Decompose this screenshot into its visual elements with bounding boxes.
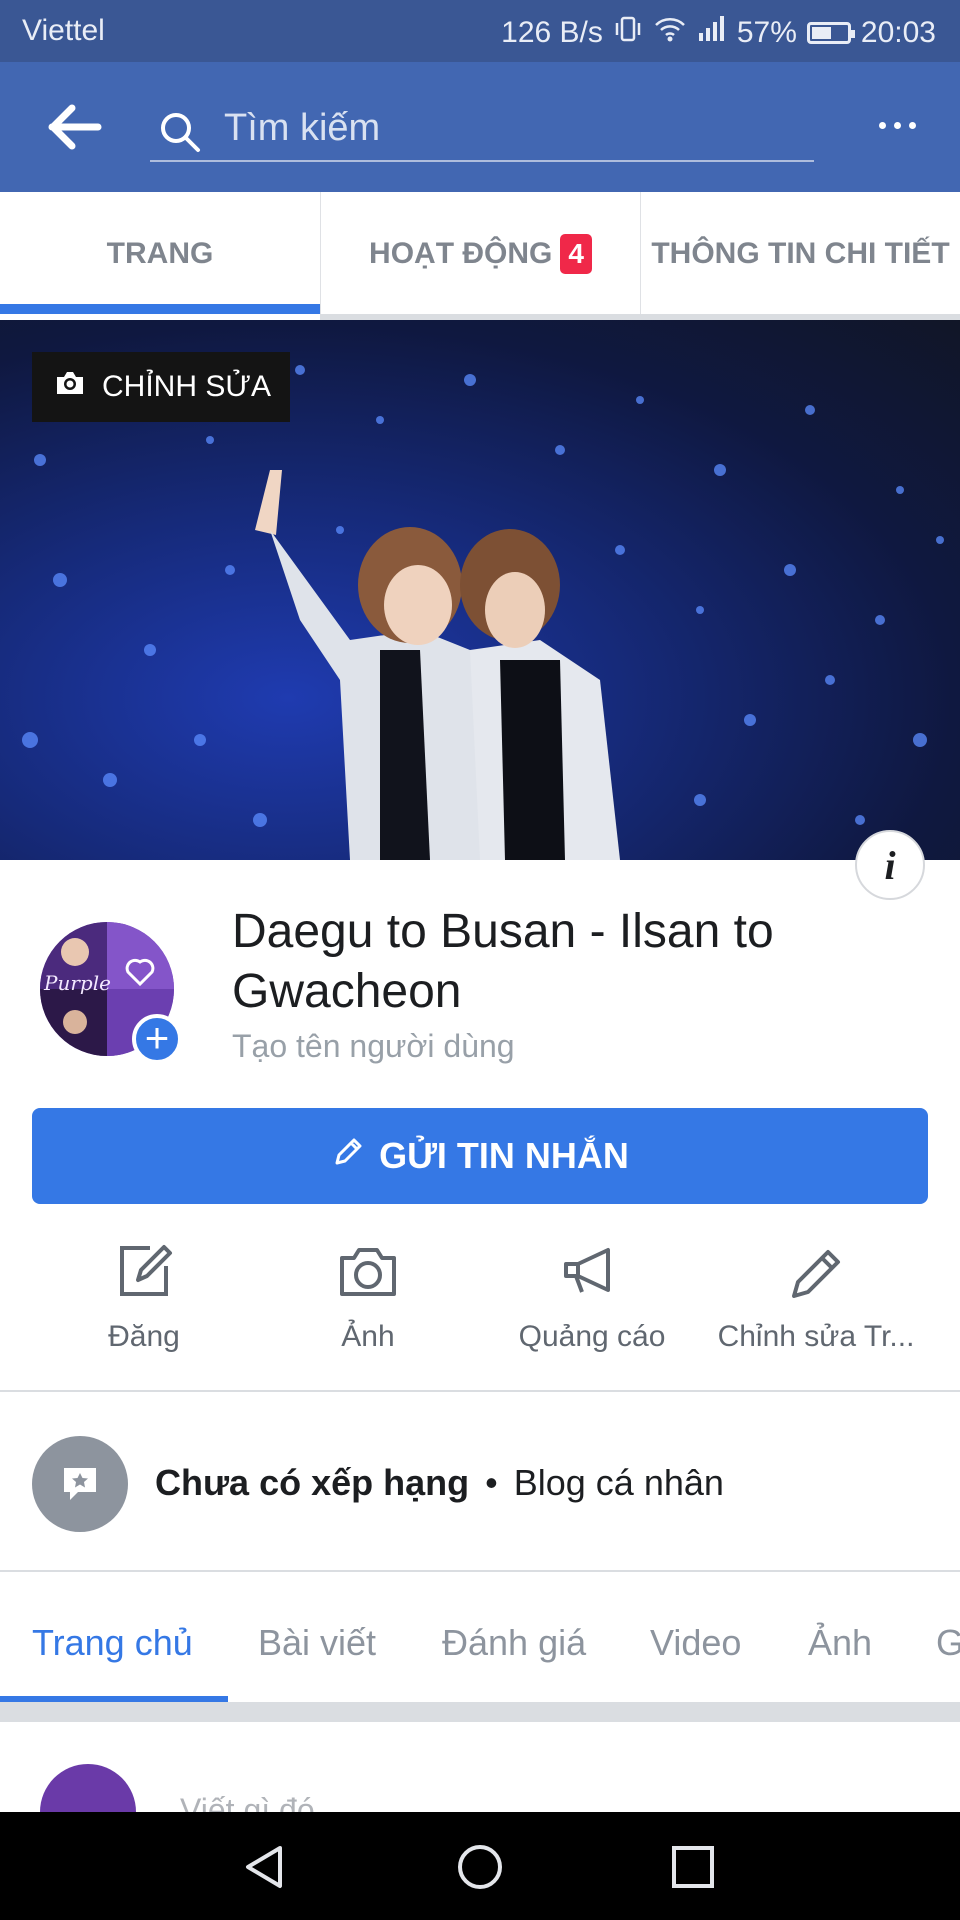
search-bar[interactable] bbox=[150, 98, 814, 162]
divider bbox=[0, 1390, 960, 1392]
battery-icon bbox=[806, 22, 855, 44]
compose-icon bbox=[120, 1245, 172, 1296]
add-profile-photo-button[interactable]: + bbox=[132, 1014, 182, 1064]
tab-more[interactable]: G bbox=[936, 1622, 960, 1664]
notification-badge: 4 bbox=[560, 234, 592, 274]
edit-cover-button[interactable]: CHỈNH SỬA bbox=[32, 352, 290, 422]
action-photo[interactable]: Ảnh bbox=[268, 1240, 468, 1354]
search-input[interactable] bbox=[222, 104, 786, 152]
action-label: Ảnh bbox=[341, 1320, 395, 1353]
tab-label: HOẠT ĐỘNG bbox=[369, 237, 553, 270]
action-edit-page[interactable]: Chỉnh sửa Tr... bbox=[716, 1240, 916, 1354]
tab-posts[interactable]: Bài viết bbox=[258, 1622, 376, 1664]
rating-info[interactable]: Chưa có xếp hạng • Blog cá nhân bbox=[155, 1462, 724, 1504]
tab-hoat-dong[interactable]: HOẠT ĐỘNG 4 bbox=[320, 192, 640, 316]
network-speed: 126 B/s bbox=[501, 16, 603, 49]
tab-home[interactable]: Trang chủ bbox=[32, 1622, 193, 1664]
tab-reviews[interactable]: Đánh giá bbox=[442, 1622, 586, 1664]
vibrate-icon bbox=[613, 14, 643, 52]
cover-photo[interactable]: CHỈNH SỬA bbox=[0, 320, 960, 860]
tab-photos[interactable]: Ảnh bbox=[808, 1622, 872, 1664]
info-icon: i bbox=[884, 842, 896, 888]
send-message-label: GỬI TIN NHẮN bbox=[379, 1135, 629, 1176]
page-title: Daegu to Busan - Ilsan to Gwacheon bbox=[232, 905, 774, 1018]
action-ads[interactable]: Quảng cáo bbox=[492, 1240, 692, 1354]
active-tab-indicator bbox=[0, 304, 320, 314]
post-composer[interactable]: Viết gì đó... bbox=[0, 1722, 960, 1812]
carrier-name: Viettel bbox=[22, 14, 105, 47]
section-tabs: Trang chủ Bài viết Đánh giá Video Ảnh G bbox=[0, 1572, 960, 1702]
camera-icon bbox=[54, 369, 86, 405]
more-horizontal-icon[interactable] bbox=[879, 122, 916, 129]
section-separator bbox=[0, 1702, 960, 1722]
create-username-link[interactable]: Tạo tên người dùng bbox=[232, 1028, 515, 1065]
arrow-left-icon[interactable] bbox=[48, 104, 102, 150]
pencil-icon bbox=[792, 1250, 840, 1298]
wifi-icon bbox=[653, 14, 687, 52]
clock: 20:03 bbox=[860, 16, 936, 49]
tab-videos[interactable]: Video bbox=[650, 1622, 741, 1664]
separator: • bbox=[485, 1462, 498, 1503]
tab-thong-tin-chi-tiet[interactable]: THÔNG TIN CHI TIẾT bbox=[640, 192, 960, 316]
composer-placeholder: Viết gì đó... bbox=[180, 1792, 342, 1812]
page-tabs: TRANG HOẠT ĐỘNG 4 THÔNG TIN CHI TIẾT bbox=[0, 192, 960, 320]
back-nav-icon[interactable] bbox=[240, 1842, 290, 1892]
tab-trang[interactable]: TRANG bbox=[0, 192, 320, 316]
action-post[interactable]: Đăng bbox=[44, 1240, 244, 1354]
edit-cover-label: CHỈNH SỬA bbox=[102, 370, 271, 403]
battery-percent: 57% bbox=[736, 16, 797, 49]
tab-label: TRANG bbox=[106, 237, 214, 270]
app-bar bbox=[0, 62, 960, 192]
action-label: Chỉnh sửa Tr... bbox=[717, 1320, 915, 1353]
action-label: Quảng cáo bbox=[518, 1320, 666, 1353]
info-button[interactable]: i bbox=[855, 830, 925, 900]
action-label: Đăng bbox=[108, 1320, 180, 1353]
review-icon bbox=[32, 1436, 128, 1532]
signal-icon bbox=[697, 15, 727, 51]
page-category: Blog cá nhân bbox=[513, 1462, 724, 1503]
avatar bbox=[40, 1764, 136, 1812]
tab-label: THÔNG TIN CHI TIẾT bbox=[651, 237, 950, 270]
search-icon bbox=[158, 110, 202, 159]
megaphone-icon bbox=[564, 1248, 610, 1293]
system-navigation-bar bbox=[0, 1812, 960, 1920]
pencil-icon bbox=[331, 1135, 365, 1178]
recents-nav-icon[interactable] bbox=[670, 1844, 716, 1890]
rating-status: Chưa có xếp hạng bbox=[155, 1462, 470, 1503]
avatar-text: Purple bbox=[43, 971, 111, 995]
status-right: 126 B/s 57% 20:03 bbox=[501, 14, 936, 52]
camera-icon bbox=[340, 1248, 396, 1296]
home-nav-icon[interactable] bbox=[455, 1842, 505, 1892]
status-bar: Viettel 126 B/s 57% 20:03 bbox=[0, 0, 960, 62]
send-message-button[interactable]: GỬI TIN NHẮN bbox=[32, 1108, 928, 1204]
